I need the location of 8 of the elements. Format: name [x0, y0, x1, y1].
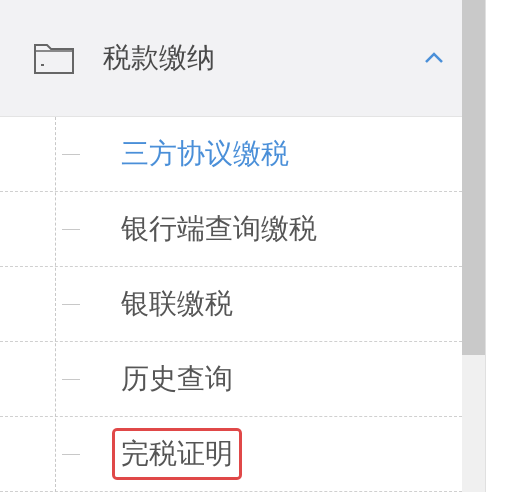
submenu-item[interactable]: 完税证明	[112, 428, 242, 480]
menu-header[interactable]: 税款缴纳	[0, 0, 462, 117]
folder-icon	[33, 41, 75, 75]
scrollbar-thumb[interactable]	[462, 0, 485, 355]
submenu-item[interactable]: 银联缴税	[112, 278, 242, 330]
submenu-item[interactable]: 银行端查询缴税	[112, 203, 326, 255]
menu-title: 税款缴纳	[103, 40, 216, 76]
submenu-item[interactable]: 历史查询	[112, 353, 242, 405]
